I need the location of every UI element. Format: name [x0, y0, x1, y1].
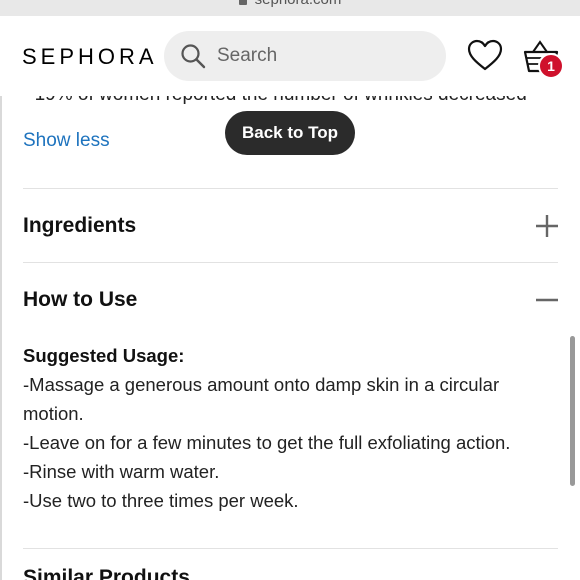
how-to-use-heading[interactable]: How to Use [23, 288, 137, 312]
usage-instructions: Suggested Usage: -Massage a generous amo… [23, 341, 558, 515]
ingredients-heading[interactable]: Ingredients [23, 214, 136, 238]
divider [23, 188, 558, 189]
divider [23, 262, 558, 263]
lock-icon [238, 0, 247, 6]
usage-line: -Massage a generous amount onto damp ski… [23, 374, 500, 424]
browser-url-bar[interactable]: sephora.com [0, 0, 580, 16]
description-line: - 19% of women reported the number of wr… [23, 96, 527, 106]
page-scrollbar[interactable] [570, 336, 575, 486]
usage-heading: Suggested Usage: [23, 345, 185, 366]
product-details: - 19% of women reported the number of wr… [0, 96, 580, 580]
cart-count-badge: 1 [538, 53, 564, 79]
divider [23, 548, 558, 549]
usage-line: -Rinse with warm water. [23, 461, 220, 482]
url-text: sephora.com [255, 0, 342, 8]
heart-icon[interactable] [467, 38, 503, 74]
search-placeholder: Search [217, 45, 278, 66]
sephora-logo[interactable]: SEPHORA [22, 44, 158, 70]
similar-products-heading[interactable]: Similar Products [23, 566, 190, 580]
back-to-top-button[interactable]: Back to Top [225, 111, 355, 155]
usage-line: -Leave on for a few minutes to get the f… [23, 432, 511, 453]
site-header: SEPHORA Search 1 [0, 16, 580, 96]
show-less-link[interactable]: Show less [23, 130, 110, 152]
search-input[interactable]: Search [164, 31, 446, 81]
expand-plus-icon[interactable] [535, 214, 559, 238]
search-icon [181, 44, 206, 69]
collapse-minus-icon[interactable] [535, 288, 559, 312]
usage-line: -Use two to three times per week. [23, 490, 299, 511]
